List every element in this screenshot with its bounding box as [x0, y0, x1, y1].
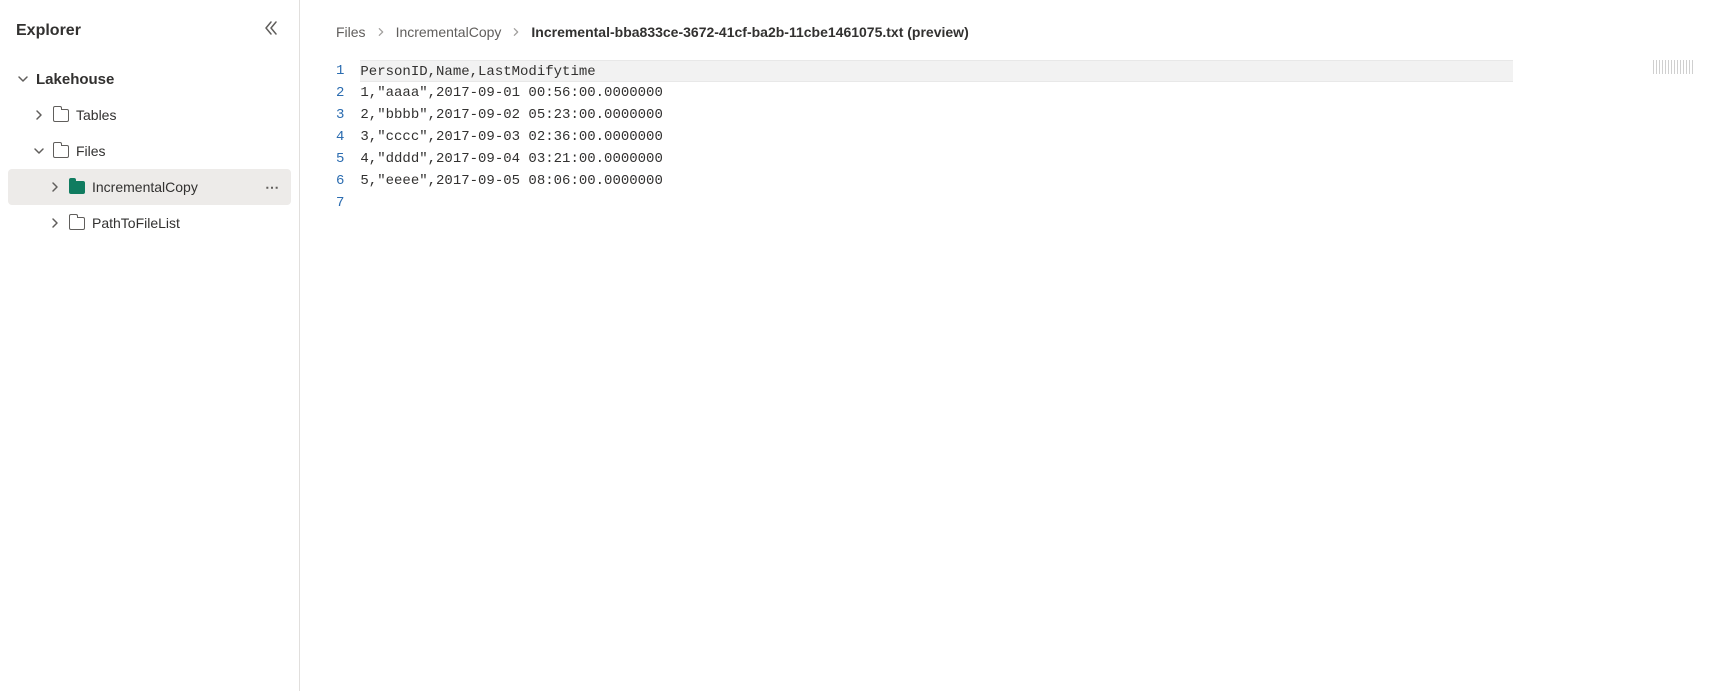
- line-number-gutter: 1234567: [336, 60, 360, 214]
- main-panel: Files IncrementalCopy Incremental-bba833…: [300, 0, 1717, 691]
- chevron-double-left-icon: [263, 20, 279, 36]
- tree-root-lakehouse[interactable]: Lakehouse: [8, 61, 291, 97]
- sidebar-title: Explorer: [16, 22, 81, 40]
- folder-icon: [52, 145, 70, 158]
- chevron-right-icon: [32, 109, 46, 121]
- tree-item-label: IncrementalCopy: [92, 179, 255, 195]
- breadcrumb-files[interactable]: Files: [336, 24, 366, 40]
- code-line: 3,"cccc",2017-09-03 02:36:00.0000000: [360, 126, 1693, 148]
- breadcrumb-current-file: Incremental-bba833ce-3672-41cf-ba2b-11cb…: [531, 24, 968, 40]
- chevron-right-icon: [376, 24, 386, 40]
- line-number: 2: [336, 82, 344, 104]
- breadcrumb: Files IncrementalCopy Incremental-bba833…: [336, 16, 1693, 60]
- chevron-right-icon: [48, 181, 62, 193]
- code-line: PersonID,Name,LastModifytime: [360, 60, 1513, 82]
- explorer-sidebar: Explorer Lakehouse Tables Files: [0, 0, 300, 691]
- code-line: 5,"eeee",2017-09-05 08:06:00.0000000: [360, 170, 1693, 192]
- code-line: 2,"bbbb",2017-09-02 05:23:00.0000000: [360, 104, 1693, 126]
- line-number: 1: [336, 60, 344, 82]
- tree-root-label: Lakehouse: [36, 71, 283, 88]
- chevron-right-icon: [511, 24, 521, 40]
- tree-item-label: Files: [76, 143, 283, 159]
- tree-item-label: PathToFileList: [92, 215, 283, 231]
- sidebar-header: Explorer: [8, 12, 291, 57]
- folder-icon: [52, 109, 70, 122]
- tree-item-files[interactable]: Files: [8, 133, 291, 169]
- code-line: 1,"aaaa",2017-09-01 00:56:00.0000000: [360, 82, 1693, 104]
- collapse-sidebar-button[interactable]: [259, 16, 283, 45]
- chevron-down-icon: [32, 145, 46, 157]
- tree-item-label: Tables: [76, 107, 283, 123]
- code-editor[interactable]: 1234567 PersonID,Name,LastModifytime1,"a…: [336, 60, 1693, 214]
- folder-solid-icon: [68, 181, 86, 194]
- line-number: 3: [336, 104, 344, 126]
- line-number: 6: [336, 170, 344, 192]
- code-line: [360, 192, 1693, 214]
- line-number: 5: [336, 148, 344, 170]
- tree-item-tables[interactable]: Tables: [8, 97, 291, 133]
- explorer-tree: Lakehouse Tables Files IncrementalCopy ⋯: [8, 61, 291, 241]
- folder-icon: [68, 217, 86, 230]
- tree-item-pathtofilelist[interactable]: PathToFileList: [8, 205, 291, 241]
- code-content: PersonID,Name,LastModifytime1,"aaaa",201…: [360, 60, 1693, 214]
- breadcrumb-incrementalcopy[interactable]: IncrementalCopy: [396, 24, 502, 40]
- tree-item-incrementalcopy[interactable]: IncrementalCopy ⋯: [8, 169, 291, 205]
- chevron-right-icon: [48, 217, 62, 229]
- line-number: 7: [336, 192, 344, 214]
- more-actions-button[interactable]: ⋯: [261, 179, 283, 196]
- chevron-down-icon: [16, 73, 30, 85]
- code-line: 4,"dddd",2017-09-04 03:21:00.0000000: [360, 148, 1693, 170]
- line-number: 4: [336, 126, 344, 148]
- minimap-icon: [1653, 60, 1693, 74]
